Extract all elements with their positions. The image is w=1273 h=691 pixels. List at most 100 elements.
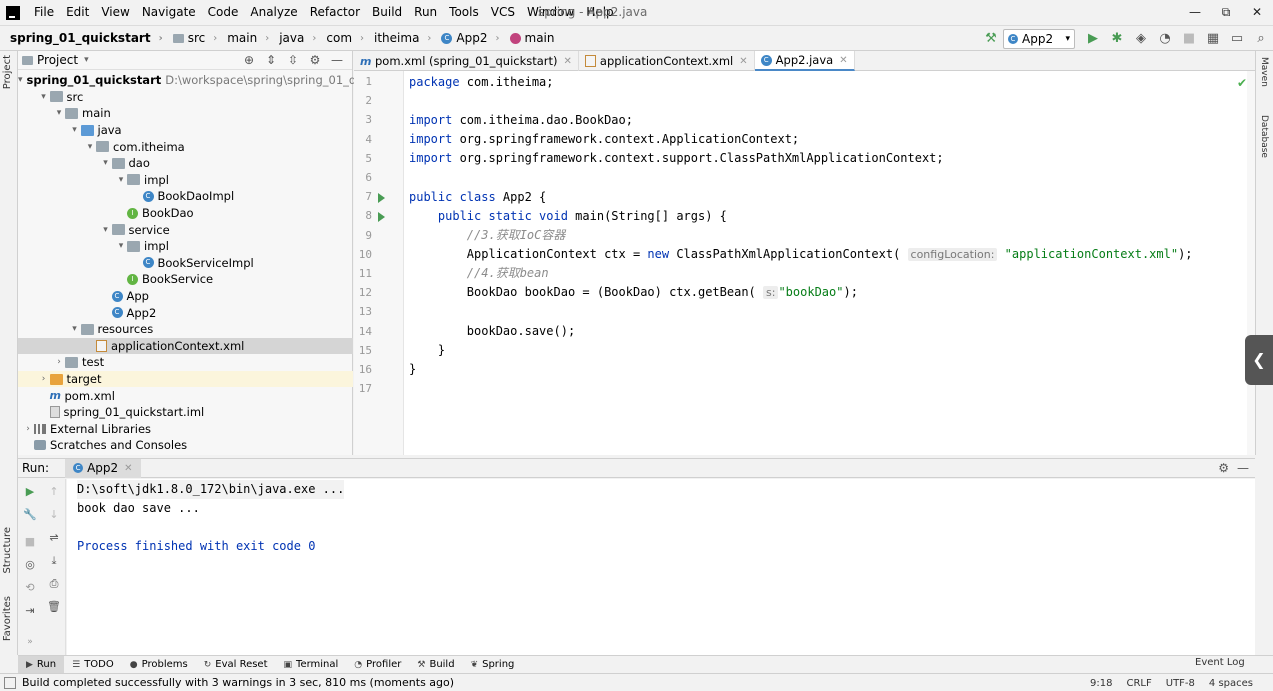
breadcrumb-com[interactable]: com › [316,31,364,45]
run-gutter-icon[interactable] [378,193,385,204]
tree-item[interactable]: ▾ com.itheima [18,138,353,155]
rerun-icon[interactable]: ▶ [22,485,38,501]
maximize-button[interactable]: ⧉ [1211,0,1241,25]
chevron-right-icon[interactable]: › [53,357,65,367]
search-icon[interactable]: ⌕ [1250,28,1272,50]
tree-item[interactable]: C BookDaoImpl [18,188,353,205]
locate-icon[interactable]: ⊕ [238,51,260,70]
chevron-down-icon[interactable]: ▾ [84,142,96,152]
tree-item[interactable]: spring_01_quickstart.iml [18,404,353,421]
stop-icon[interactable]: ■ [1178,28,1200,50]
structure-tool-tab[interactable]: Structure [2,527,13,574]
run-console[interactable]: D:\soft\jdk1.8.0_172\bin\java.exe ... bo… [67,479,1255,655]
tree-item[interactable]: I BookService [18,271,353,288]
tree-item[interactable]: ▾ impl [18,238,353,255]
maven-tool-tab[interactable]: Maven [1259,57,1269,87]
tree-item[interactable]: applicationContext.xml [18,337,353,355]
chevron-down-icon[interactable]: ▾ [100,225,112,235]
chevron-down-icon[interactable]: ▾ [18,75,23,85]
tab-app2-java[interactable]: C App2.java ✕ [754,51,855,71]
gear-icon[interactable]: ⚙ [304,51,326,70]
tree-item[interactable]: ▾ dao [18,155,353,172]
tree-item[interactable]: › test [18,354,353,371]
minimize-button[interactable]: — [1180,0,1210,25]
tree-item[interactable]: › target [18,370,353,388]
tree-item[interactable]: I BookDao [18,205,353,222]
chevron-down-icon[interactable]: ▾ [69,125,81,135]
coverage-icon[interactable]: ◈ [1130,28,1152,50]
status-message[interactable]: Build completed successfully with 3 warn… [22,676,454,689]
event-log-button[interactable]: Event Log [1195,657,1245,668]
run-config-dropdown[interactable]: C App2 ▾ [1003,29,1075,49]
stop-icon[interactable]: ■ [22,535,38,551]
tool-tab-problems[interactable]: ● Problems [122,656,196,674]
chevron-down-icon[interactable]: ▾ [38,92,50,102]
favorites-tool-tab[interactable]: Favorites [2,596,13,641]
menu-vcs[interactable]: VCS [485,0,521,25]
close-icon[interactable]: ✕ [124,463,132,474]
hide-icon[interactable]: — [326,51,348,70]
caret-position[interactable]: 9:18 [1090,678,1112,689]
build-hammer-icon[interactable]: ⚒ [980,28,1002,50]
menu-build[interactable]: Build [366,0,408,25]
chevron-down-icon[interactable]: ▾ [115,241,127,251]
menu-code[interactable]: Code [202,0,245,25]
tree-item[interactable]: ▾ java [18,122,353,139]
breadcrumb-java[interactable]: java › [269,31,316,45]
tab-application-context-xml[interactable]: applicationContext.xml ✕ [579,51,755,71]
chevron-down-icon[interactable]: ▾ [115,175,127,185]
tree-item[interactable]: ▾ resources [18,321,353,338]
project-panel-title[interactable]: Project [37,53,78,67]
breadcrumb-project[interactable]: spring_01_quickstart › [0,31,163,45]
run-tab-app2[interactable]: C App2 ✕ [65,458,141,478]
breadcrumb-src[interactable]: src › [163,31,217,45]
toggle-tool-windows-icon[interactable] [4,676,16,689]
exit-icon[interactable]: ⇥ [22,604,38,620]
menu-run[interactable]: Run [408,0,443,25]
menu-file[interactable]: File [28,0,60,25]
tree-item[interactable]: ▾ impl [18,172,353,189]
menu-analyze[interactable]: Analyze [244,0,303,25]
menu-tools[interactable]: Tools [443,0,485,25]
database-tool-tab[interactable]: Database [1259,115,1269,158]
arrow-up-icon[interactable]: ↑ [46,485,62,501]
breadcrumb-app2[interactable]: C App2 › [431,31,500,45]
tool-tab-profiler[interactable]: ◔ Profiler [346,656,409,674]
tool-tab-run[interactable]: ▶ Run [18,655,65,674]
trash-icon[interactable]: 🗑 [46,600,62,616]
chevron-down-icon[interactable]: ▾ [69,324,81,334]
tree-item[interactable]: C App [18,288,353,305]
inspection-ok-icon[interactable]: ✔ [1237,76,1247,90]
line-separator[interactable]: CRLF [1126,678,1151,689]
chevron-down-icon[interactable]: ▾ [53,108,65,118]
tree-item[interactable]: ▾ src [18,89,353,106]
close-icon[interactable]: ✕ [564,56,572,67]
code-editor[interactable]: package com.itheima; import com.itheima.… [404,71,1247,455]
menu-edit[interactable]: Edit [60,0,95,25]
breadcrumb-main[interactable]: main › [217,31,269,45]
file-encoding[interactable]: UTF-8 [1166,678,1195,689]
layout-icon[interactable]: ▭ [1226,28,1248,50]
close-button[interactable]: ✕ [1242,0,1272,25]
tab-pom-xml[interactable]: m pom.xml (spring_01_quickstart) ✕ [354,51,579,71]
tree-item[interactable]: › External Libraries [18,421,353,438]
run-icon[interactable]: ▶ [1082,28,1104,50]
project-tool-tab[interactable]: Project [2,55,13,89]
restore-layout-icon[interactable]: ⟲ [22,581,38,597]
menu-navigate[interactable]: Navigate [136,0,202,25]
menu-refactor[interactable]: Refactor [304,0,366,25]
tool-tab-build[interactable]: ⚒ Build [409,656,462,674]
arrow-down-icon[interactable]: ↓ [46,508,62,524]
tree-item[interactable]: C App2 [18,304,353,321]
project-structure-icon[interactable]: ▦ [1202,28,1224,50]
close-icon[interactable]: ✕ [739,56,747,67]
profile-icon[interactable]: ◔ [1154,28,1176,50]
chevron-right-icon[interactable]: › [38,374,50,384]
chevron-left-icon[interactable]: ❮ [1245,335,1273,385]
close-icon[interactable]: ✕ [839,55,847,66]
camera-icon[interactable]: ◎ [22,558,38,574]
tree-item[interactable]: m pom.xml [18,387,353,404]
chevron-down-icon[interactable]: ▾ [84,55,89,65]
editor-scrollbar[interactable] [1247,71,1255,455]
expand-all-icon[interactable]: ⇕ [260,51,282,70]
